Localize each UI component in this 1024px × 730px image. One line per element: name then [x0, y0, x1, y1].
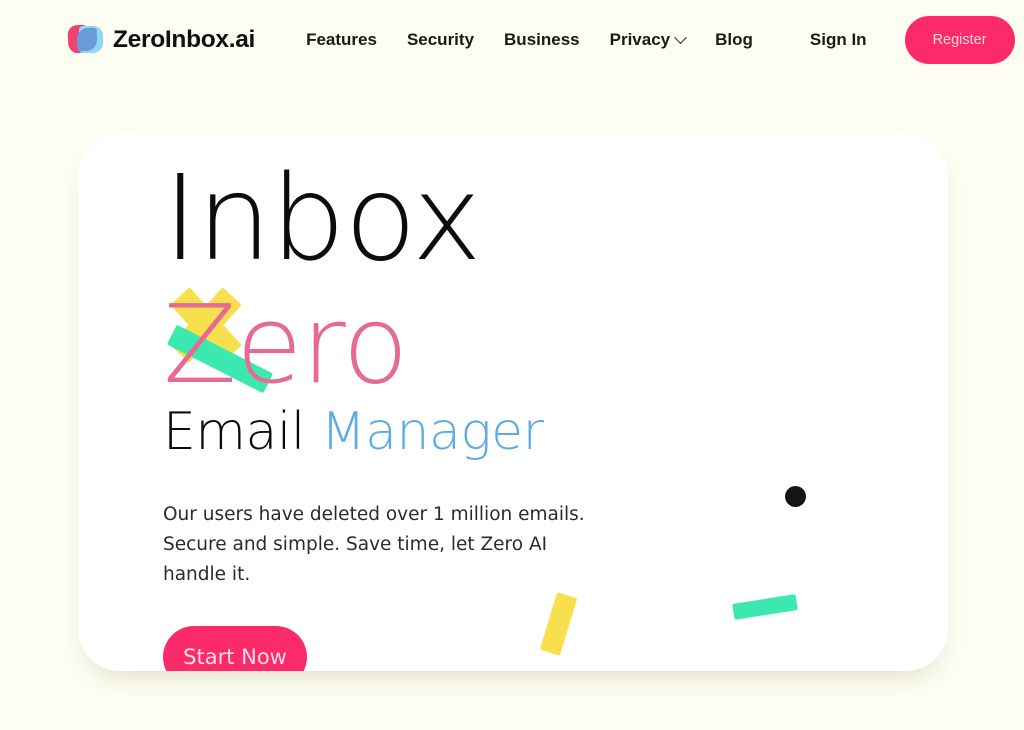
hero-content: Inbox Zero Email Manager Our users have …: [163, 150, 723, 671]
nav-item-privacy[interactable]: Privacy: [595, 24, 701, 56]
nav-item-label: Privacy: [609, 30, 671, 49]
chevron-down-icon: [674, 30, 687, 44]
hero-headline-zero: Zero: [163, 283, 409, 409]
black-dot-decoration: [785, 486, 806, 507]
brand-name: ZeroInbox.ai: [113, 26, 256, 53]
header-actions: Sign In Register: [794, 16, 1015, 64]
hero-subheadline-plain: Email: [163, 402, 321, 463]
nav-item-blog[interactable]: Blog: [700, 24, 768, 56]
nav-item-label: Features: [306, 30, 377, 49]
zeroinbox-logo-icon: [67, 23, 104, 57]
nav-item-label: Blog: [715, 30, 753, 49]
hero-subheadline: Email Manager: [163, 406, 723, 458]
nav-item-business[interactable]: Business: [489, 24, 595, 56]
nav-item-label: Security: [406, 30, 475, 49]
mint-stripe-decoration: [732, 594, 798, 620]
hero-card: Inbox Zero Email Manager Our users have …: [78, 134, 948, 671]
hero-paragraph: Our users have deleted over 1 million em…: [163, 504, 585, 586]
nav-item-label: Business: [504, 30, 580, 49]
hero-headline-inbox: Inbox: [163, 149, 482, 287]
start-now-button[interactable]: Start Now: [163, 626, 307, 671]
hero-subheadline-accent: Manager: [320, 402, 544, 463]
nav-item-security[interactable]: Security: [392, 24, 489, 56]
hero-headline-zero-wrapper: Zero: [163, 287, 723, 404]
main-navigation: Features Security Business Privacy Blog: [291, 24, 768, 56]
nav-item-features[interactable]: Features: [291, 24, 392, 56]
site-header: ZeroInbox.ai Features Security Business …: [0, 0, 1024, 80]
sign-in-link[interactable]: Sign In: [794, 24, 883, 56]
brand-logo[interactable]: ZeroInbox.ai: [67, 23, 256, 57]
register-button[interactable]: Register: [904, 16, 1015, 64]
